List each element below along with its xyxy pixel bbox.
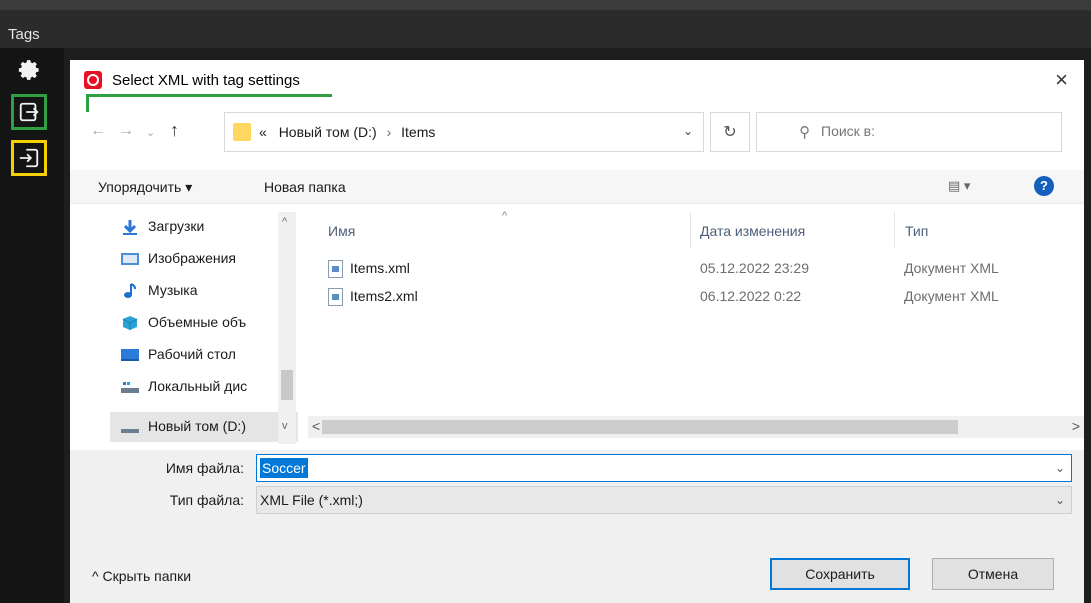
organize-button[interactable]: Упорядочить ▾	[98, 179, 192, 196]
navigation-pane: Загрузки Изображения Музыка Объемные объ…	[110, 212, 298, 444]
chevron-down-icon[interactable]: ⌄	[1055, 461, 1065, 475]
file-row[interactable]: Items2.xml 06.12.2022 0:22 Документ XML	[326, 284, 1066, 312]
nav-item-pictures[interactable]: Изображения	[110, 244, 260, 274]
filetype-value: XML File (*.xml;)	[260, 492, 363, 508]
navigation-scrollbar[interactable]: ^ v	[278, 212, 296, 444]
navigation-row: ← → ⌄ ↑ « Новый том (D:) › Items ⌄ ↻ ⚲	[70, 110, 1084, 152]
file-name: Items.xml	[350, 260, 410, 276]
refresh-icon: ↻	[723, 124, 737, 141]
close-icon[interactable]: ×	[1055, 69, 1068, 91]
settings-button[interactable]	[11, 52, 47, 88]
filetype-label: Тип файла:	[169, 492, 244, 508]
help-icon[interactable]: ?	[1034, 176, 1054, 196]
search-input[interactable]	[821, 123, 1041, 139]
refresh-button[interactable]: ↻	[710, 112, 750, 152]
filename-label: Имя файла:	[165, 460, 244, 476]
chevron-up-icon: ^	[92, 568, 103, 584]
desktop-icon	[121, 349, 139, 361]
nav-item-drive-d[interactable]: Новый том (D:)	[110, 412, 298, 442]
scrollbar-thumb[interactable]	[281, 370, 293, 400]
nav-item-music[interactable]: Музыка	[110, 276, 260, 306]
file-row[interactable]: Items.xml 05.12.2022 23:29 Документ XML	[326, 256, 1066, 284]
export-button[interactable]	[11, 94, 47, 130]
3d-objects-icon	[122, 316, 138, 330]
address-bar[interactable]: « Новый том (D:) › Items ⌄	[224, 112, 704, 152]
xml-file-icon	[328, 260, 343, 278]
app-logo-icon	[84, 71, 102, 89]
local-disk-icon	[121, 382, 139, 393]
cancel-button[interactable]: Отмена	[932, 558, 1054, 590]
horizontal-scrollbar[interactable]: < >	[308, 416, 1084, 438]
column-header-name[interactable]: Имя	[328, 223, 355, 239]
breadcrumb-separator: ›	[386, 124, 392, 140]
music-icon	[124, 283, 136, 298]
app-header: Tags	[0, 10, 1091, 48]
breadcrumb-overflow[interactable]: «	[259, 124, 267, 140]
xml-file-icon	[328, 288, 343, 306]
window-top-strip	[0, 0, 1091, 10]
filename-value[interactable]: Soccer	[260, 458, 308, 478]
dialog-title: Select XML with tag settings	[112, 72, 300, 89]
search-icon: ⚲	[799, 124, 810, 141]
column-header-type[interactable]: Тип	[905, 223, 928, 239]
breadcrumb-folder[interactable]: Items	[401, 124, 435, 140]
nav-item-local-disk[interactable]: Локальный дис	[110, 372, 260, 402]
dialog-title-bar: Select XML with tag settings ×	[70, 60, 1084, 112]
save-dialog: Select XML with tag settings × ← → ⌄ ↑ «…	[70, 60, 1084, 603]
up-arrow-icon[interactable]: ↑	[170, 120, 179, 141]
import-button[interactable]	[11, 140, 47, 176]
scroll-up-icon[interactable]: ^	[282, 216, 287, 228]
back-arrow-icon[interactable]: ←	[90, 122, 106, 140]
gear-icon	[18, 60, 39, 80]
file-type: Документ XML	[904, 288, 999, 304]
scrollbar-thumb[interactable]	[322, 420, 958, 434]
save-button[interactable]: Сохранить	[770, 558, 910, 590]
file-date: 06.12.2022 0:22	[700, 288, 802, 304]
file-date: 05.12.2022 23:29	[700, 260, 809, 276]
left-toolbar	[0, 48, 64, 603]
column-headers: ^ Имя Дата изменения Тип	[310, 210, 1084, 248]
download-icon	[123, 220, 137, 235]
breadcrumb-drive[interactable]: Новый том (D:)	[279, 124, 377, 140]
sort-ascending-icon: ^	[502, 210, 508, 222]
pictures-icon	[121, 253, 139, 265]
column-header-date[interactable]: Дата изменения	[700, 223, 805, 239]
breadcrumb: « Новый том (D:) › Items	[259, 124, 435, 140]
hide-folders-button[interactable]: ^ Скрыть папки	[92, 568, 191, 584]
file-name: Items2.xml	[350, 288, 418, 304]
chevron-down-icon[interactable]: ⌄	[1055, 493, 1065, 507]
chevron-down-icon[interactable]: ⌄	[683, 124, 693, 138]
filename-field[interactable]: Soccer ⌄	[256, 454, 1072, 482]
scroll-down-icon[interactable]: v	[282, 420, 288, 432]
filetype-select[interactable]: XML File (*.xml;) ⌄	[256, 486, 1072, 514]
import-icon	[19, 148, 39, 168]
column-divider[interactable]	[894, 212, 895, 248]
column-divider[interactable]	[690, 212, 691, 248]
scroll-right-icon[interactable]: >	[1072, 418, 1080, 434]
drive-icon	[121, 429, 139, 433]
command-bar: Упорядочить ▾ Новая папка ▤ ▾ ?	[70, 170, 1084, 204]
nav-item-3d-objects[interactable]: Объемные объ	[110, 308, 260, 338]
view-options-button[interactable]: ▤ ▾	[948, 178, 970, 194]
folder-icon	[233, 123, 251, 141]
view-details-icon: ▤	[948, 178, 964, 193]
export-icon	[19, 102, 39, 122]
recent-locations-icon[interactable]: ⌄	[146, 126, 155, 139]
file-form: Имя файла: Soccer ⌄ Тип файла: XML File …	[70, 450, 1084, 603]
annotation-underline	[86, 94, 332, 97]
view-dropdown-arrow: ▾	[963, 178, 971, 193]
nav-item-desktop[interactable]: Рабочий стол	[110, 340, 260, 370]
app-header-title: Tags	[8, 26, 40, 43]
new-folder-button[interactable]: Новая папка	[264, 179, 346, 195]
file-type: Документ XML	[904, 260, 999, 276]
search-box[interactable]: ⚲	[756, 112, 1062, 152]
nav-item-downloads[interactable]: Загрузки	[110, 212, 260, 242]
scroll-left-icon[interactable]: <	[312, 418, 320, 434]
forward-arrow-icon[interactable]: →	[118, 122, 134, 140]
